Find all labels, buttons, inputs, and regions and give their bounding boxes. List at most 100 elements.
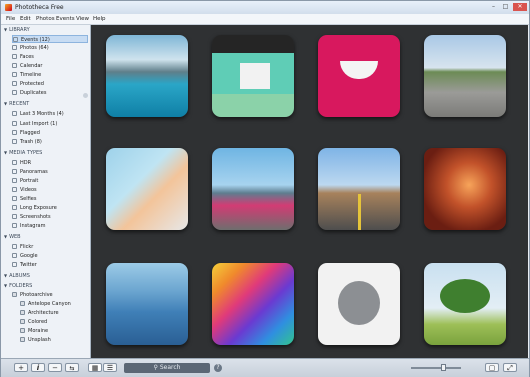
photo-thumbnail-white-chair[interactable] [318, 35, 400, 117]
twitter-icon [12, 262, 17, 267]
sidebar-item-calendar[interactable]: Calendar [12, 62, 88, 70]
sidebar-item-long-exposure[interactable]: Long Exposure [12, 204, 88, 212]
menu-help[interactable]: Help [93, 16, 106, 22]
sidebar-item-last-3-months[interactable]: Last 3 Months (4) [12, 110, 88, 118]
sidebar: ▼ LIBRARY Events (12) Photos (64) Faces C… [1, 25, 91, 358]
help-icon[interactable]: ? [214, 364, 222, 372]
menu-view[interactable]: View [76, 16, 89, 22]
flag-icon [12, 130, 17, 135]
sidebar-item-unsplash[interactable]: Unsplash [20, 336, 88, 344]
sidebar-item-architecture[interactable]: Architecture [20, 309, 88, 317]
menu-edit[interactable]: Edit [20, 16, 31, 22]
sidebar-item-screenshots[interactable]: Screenshots [12, 213, 88, 221]
section-web[interactable]: ▼ WEB [4, 234, 21, 240]
sidebar-item-hdr[interactable]: HDR [12, 159, 88, 167]
chair-shape [340, 61, 378, 79]
remove-button[interactable]: − [48, 363, 62, 372]
triangle-down-icon: ▼ [4, 27, 8, 32]
maximize-icon[interactable]: □ [501, 3, 510, 11]
trash-icon [12, 139, 17, 144]
sidebar-item-panoramas[interactable]: Panoramas [12, 168, 88, 176]
folder-icon [20, 310, 25, 315]
sidebar-item-events[interactable]: Events (12) [12, 35, 88, 43]
sidebar-item-trash[interactable]: Trash (8) [12, 138, 88, 146]
panorama-icon [12, 169, 17, 174]
section-recent[interactable]: ▼ RECENT [4, 101, 29, 107]
single-view-icon[interactable]: ▢ [485, 363, 499, 372]
sidebar-item-antelope-canyon[interactable]: Antelope Canyon [20, 300, 88, 308]
sidebar-item-colored[interactable]: Colored [20, 318, 88, 326]
folder-icon [20, 328, 25, 333]
google-icon [12, 253, 17, 258]
sidebar-item-instagram[interactable]: Instagram [12, 222, 88, 230]
section-albums[interactable]: ▼ ALBUMS [4, 273, 30, 279]
list-view-icon[interactable]: ☰ [103, 363, 117, 372]
photo-thumbnail-grey-cat[interactable] [318, 263, 400, 345]
sidebar-item-moraine[interactable]: Moraine [20, 327, 88, 335]
house-shape [240, 63, 270, 89]
section-media-types[interactable]: ▼ MEDIA TYPES [4, 150, 42, 156]
triangle-down-icon: ▼ [4, 101, 8, 106]
triangle-down-icon: ▼ [4, 234, 8, 239]
portrait-icon [12, 178, 17, 183]
sidebar-item-photoarchive[interactable]: Photoarchive [12, 291, 88, 299]
photo-thumbnail-green-tree[interactable] [424, 263, 506, 345]
photo-thumbnail-blue-mountains[interactable] [106, 263, 188, 345]
link-button[interactable]: ⇆ [65, 363, 79, 372]
sidebar-item-timeline[interactable]: Timeline [12, 71, 88, 79]
folder-icon [20, 337, 25, 342]
photo-thumbnail-pink-car[interactable] [212, 148, 294, 230]
zoom-slider-knob[interactable] [441, 364, 446, 371]
photo-thumbnail-colorful-building[interactable] [106, 148, 188, 230]
section-folders[interactable]: ▼ FOLDERS [4, 283, 32, 289]
photo-thumbnail-hot-air-balloon[interactable] [212, 263, 294, 345]
zoom-slider[interactable] [411, 364, 461, 371]
calendar-icon [12, 63, 17, 68]
grid-view-icon[interactable]: ▦ [88, 363, 102, 372]
events-icon [13, 37, 18, 42]
timeline-icon [12, 72, 17, 77]
sidebar-item-google[interactable]: Google [12, 252, 88, 260]
menu-file[interactable]: File [6, 16, 15, 22]
close-icon[interactable]: ✕ [513, 3, 527, 11]
road-line-shape [358, 194, 361, 230]
sidebar-item-selfies[interactable]: Selfies [12, 195, 88, 203]
sidebar-item-videos[interactable]: Videos [12, 186, 88, 194]
menu-bar: File Edit Photos Events View Help [1, 14, 529, 25]
title-bar: Phototheca Free – □ ✕ [1, 1, 529, 14]
search-field[interactable]: ⚲ Search [124, 363, 210, 373]
import-icon [12, 121, 17, 126]
sidebar-item-flagged[interactable]: Flagged [12, 129, 88, 137]
sidebar-item-twitter[interactable]: Twitter [12, 261, 88, 269]
sidebar-item-flickr[interactable]: Flickr [12, 243, 88, 251]
sidebar-item-last-import[interactable]: Last Import (1) [12, 120, 88, 128]
photo-thumbnail-desert-road[interactable] [318, 148, 400, 230]
window-title: Phototheca Free [15, 4, 64, 11]
photo-thumbnail-green-house[interactable] [212, 35, 294, 117]
minimize-icon[interactable]: – [489, 3, 498, 11]
hdr-icon [12, 160, 17, 165]
photo-thumbnail-palm-road[interactable] [424, 35, 506, 117]
tree-shape [440, 279, 490, 313]
cat-shape [338, 281, 380, 325]
fullscreen-icon[interactable]: ⤢ [503, 363, 517, 372]
sidebar-item-duplicates[interactable]: Duplicates [12, 89, 88, 97]
photo-thumbnail-antelope-canyon[interactable] [424, 148, 506, 230]
info-button[interactable]: i [31, 363, 45, 372]
add-button[interactable]: + [14, 363, 28, 372]
folder-icon [20, 319, 25, 324]
photo-gallery [91, 25, 528, 358]
flickr-icon [12, 244, 17, 249]
clock-icon [12, 111, 17, 116]
sidebar-item-protected[interactable]: Protected [12, 80, 88, 88]
section-library[interactable]: ▼ LIBRARY [4, 27, 30, 33]
sidebar-scroll-indicator[interactable] [83, 93, 88, 98]
photo-thumbnail-mountain-lake[interactable] [106, 35, 188, 117]
folder-icon [20, 301, 25, 306]
menu-events[interactable]: Events [56, 16, 75, 22]
sidebar-item-faces[interactable]: Faces [12, 53, 88, 61]
sidebar-item-photos[interactable]: Photos (64) [12, 44, 88, 52]
menu-photos[interactable]: Photos [36, 16, 55, 22]
sidebar-item-portrait[interactable]: Portrait [12, 177, 88, 185]
triangle-down-icon: ▼ [4, 273, 8, 278]
